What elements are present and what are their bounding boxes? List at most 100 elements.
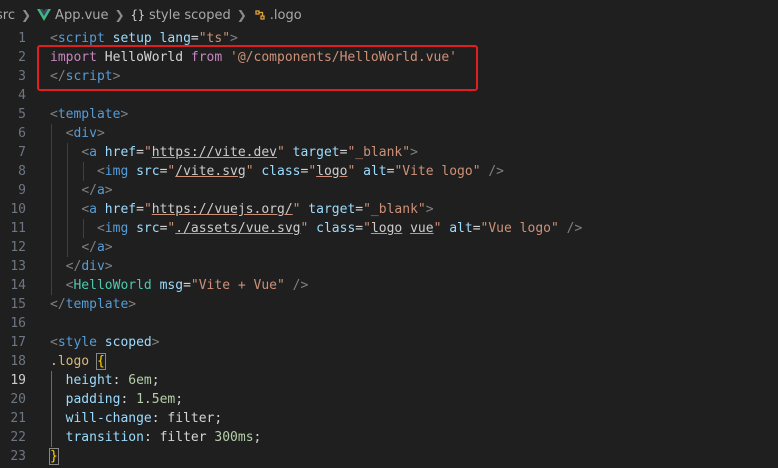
breadcrumb-symbol[interactable]: .logo bbox=[253, 8, 302, 23]
line-number: 17 bbox=[10, 335, 26, 350]
breadcrumb-folder-label: src bbox=[0, 7, 15, 23]
code-token: < bbox=[81, 145, 90, 160]
code-text: <div> bbox=[50, 124, 105, 143]
line-number: 22 bbox=[10, 430, 26, 445]
code-token: " bbox=[143, 145, 152, 160]
code-token: template bbox=[57, 107, 121, 122]
code-line[interactable]: 18 .logo { bbox=[0, 352, 778, 371]
code-token: : filter bbox=[143, 430, 215, 445]
editor-text-area[interactable]: 1 <script setup lang="ts"> 2 import HelloWo… bbox=[0, 28, 778, 468]
code-token: = bbox=[355, 221, 364, 236]
code-token: > bbox=[104, 240, 113, 255]
code-token: 1.5em bbox=[136, 392, 176, 407]
code-token: < bbox=[50, 31, 58, 46]
breadcrumb-folder[interactable]: src bbox=[0, 8, 15, 23]
code-token: target bbox=[300, 202, 356, 217]
indent-guide bbox=[51, 371, 52, 447]
code-token: height bbox=[65, 373, 113, 388]
code-token: < bbox=[50, 335, 58, 350]
code-token: logo bbox=[316, 164, 348, 179]
code-text: transition: filter 300ms; bbox=[50, 428, 262, 447]
code-token: style bbox=[57, 335, 97, 350]
code-token: logo bbox=[370, 221, 403, 236]
code-line[interactable]: 11 <img src="./assets/vue.svg" class="lo… bbox=[0, 219, 778, 238]
code-token: > bbox=[230, 31, 238, 46]
code-token: < bbox=[96, 164, 105, 179]
code-token: 6em bbox=[128, 373, 152, 388]
code-line[interactable]: 13 </div> bbox=[0, 257, 778, 276]
code-text: padding: 1.5em; bbox=[50, 390, 183, 409]
code-token: " bbox=[143, 202, 152, 217]
code-line[interactable]: 17 <style scoped> bbox=[0, 333, 778, 352]
code-line[interactable]: 10 <a href="https://vuejs.org/" target="… bbox=[0, 200, 778, 219]
code-line[interactable]: 14 <HelloWorld msg="Vite + Vue" /> bbox=[0, 276, 778, 295]
code-token: /> bbox=[558, 221, 583, 236]
code-token: > bbox=[96, 126, 105, 141]
code-line[interactable]: 19 height: 6em; bbox=[0, 371, 778, 390]
code-token: img bbox=[104, 164, 129, 179]
code-editor-window: src ❯ App.vue ❯ {} style scoped ❯ .logo … bbox=[0, 0, 778, 468]
line-number: 12 bbox=[10, 240, 26, 255]
code-text: <a href="https://vuejs.org/" target="_bl… bbox=[50, 200, 434, 219]
code-line[interactable]: 16 bbox=[0, 314, 778, 333]
code-token: > bbox=[425, 202, 434, 217]
code-token: : bbox=[112, 373, 129, 388]
code-token: = bbox=[355, 202, 364, 217]
code-line[interactable]: 6 <div> bbox=[0, 124, 778, 143]
code-token: : filter; bbox=[151, 411, 223, 426]
line-number: 1 bbox=[18, 31, 26, 46]
breadcrumb-section-label: style scoped bbox=[149, 7, 231, 23]
code-line[interactable]: 12 </a> bbox=[0, 238, 778, 257]
red-highlight-box bbox=[37, 45, 478, 91]
breadcrumb-file[interactable]: App.vue bbox=[37, 7, 109, 23]
breadcrumb-section[interactable]: {} style scoped bbox=[131, 8, 231, 23]
line-number: 14 bbox=[10, 278, 26, 293]
code-token: class bbox=[308, 221, 356, 236]
code-line[interactable]: 5 <template> bbox=[0, 105, 778, 124]
code-token: https://vuejs.org/ bbox=[151, 202, 293, 217]
braces-icon: {} bbox=[130, 8, 146, 22]
code-token: < bbox=[81, 202, 90, 217]
code-text: <img src="/vite.svg" class="logo" alt="V… bbox=[50, 162, 504, 181]
code-token: div bbox=[81, 259, 105, 274]
code-token: msg bbox=[151, 278, 184, 293]
code-token: /vite.svg bbox=[175, 164, 246, 179]
code-token: = bbox=[190, 31, 199, 46]
code-token: < bbox=[50, 107, 58, 122]
line-number: 13 bbox=[10, 259, 26, 274]
code-line[interactable]: 22 transition: filter 300ms; bbox=[0, 428, 778, 447]
code-token: = bbox=[136, 202, 144, 217]
code-line[interactable]: 8 <img src="/vite.svg" class="logo" alt=… bbox=[0, 162, 778, 181]
code-token: https://vite.dev bbox=[151, 145, 277, 160]
code-token: > bbox=[104, 259, 113, 274]
code-line[interactable]: 15 </template> bbox=[0, 295, 778, 314]
code-token: setup bbox=[104, 31, 152, 46]
line-number: 10 bbox=[10, 202, 26, 217]
code-token: padding bbox=[65, 392, 121, 407]
line-number: 11 bbox=[10, 221, 26, 236]
code-token: lang bbox=[151, 31, 191, 46]
code-line[interactable]: 23} bbox=[0, 447, 778, 466]
code-text: </div> bbox=[50, 257, 113, 276]
breadcrumb-file-label: App.vue bbox=[55, 7, 109, 23]
code-line[interactable]: 7 <a href="https://vite.dev" target="_bl… bbox=[0, 143, 778, 162]
line-number: 4 bbox=[18, 88, 26, 103]
code-line[interactable]: 9 </a> bbox=[0, 181, 778, 200]
code-line[interactable]: 21 will-change: filter; bbox=[0, 409, 778, 428]
code-token: a bbox=[96, 240, 105, 255]
code-token: ; bbox=[253, 430, 262, 445]
code-text: </a> bbox=[50, 181, 112, 200]
chevron-right-icon: ❯ bbox=[114, 8, 125, 22]
code-token: = bbox=[136, 145, 144, 160]
code-line[interactable]: 20 padding: 1.5em; bbox=[0, 390, 778, 409]
line-number: 2 bbox=[18, 50, 26, 65]
code-token: "_blank" bbox=[347, 145, 411, 160]
